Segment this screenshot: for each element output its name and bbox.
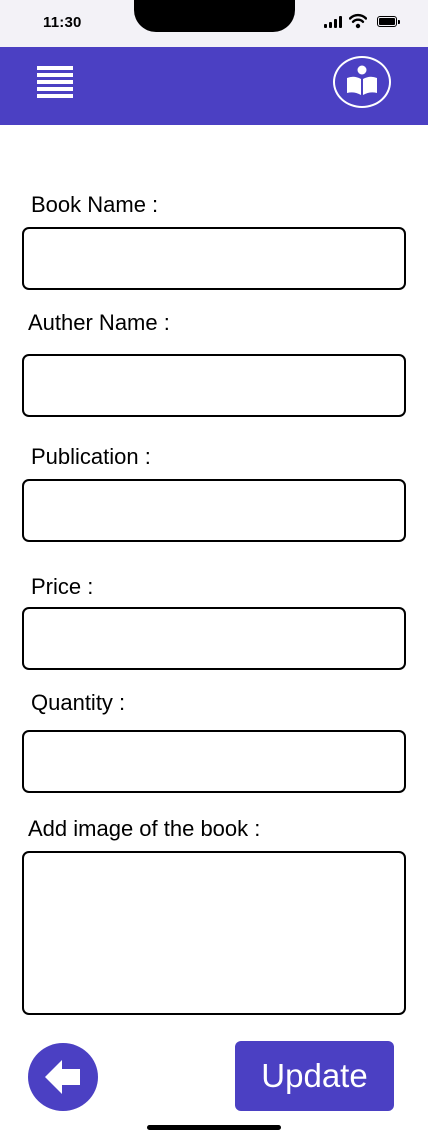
author-name-label: Auther Name : — [28, 310, 170, 335]
cellular-signal-icon — [324, 16, 342, 28]
image-upload-area[interactable] — [22, 851, 406, 1015]
update-button[interactable]: Update — [235, 1041, 394, 1111]
publication-input[interactable] — [22, 479, 406, 542]
add-image-label: Add image of the book : — [28, 816, 261, 841]
back-button[interactable] — [28, 1043, 98, 1111]
hamburger-menu-icon[interactable] — [37, 66, 73, 98]
quantity-label: Quantity : — [31, 690, 126, 715]
quantity-input[interactable] — [22, 730, 406, 793]
home-indicator — [147, 1125, 281, 1130]
device-notch — [134, 0, 295, 32]
book-name-input[interactable] — [22, 227, 406, 290]
status-bar: 11:30 — [0, 0, 428, 47]
arrow-left-icon — [45, 1060, 80, 1094]
wifi-icon — [349, 13, 367, 29]
battery-icon — [377, 16, 401, 28]
status-time: 11:30 — [43, 14, 82, 31]
book-reader-icon[interactable] — [333, 56, 391, 108]
app-header — [0, 47, 428, 125]
publication-label: Publication : — [31, 444, 151, 469]
price-input[interactable] — [22, 607, 406, 670]
price-label: Price : — [31, 574, 94, 599]
book-name-label: Book Name : — [31, 192, 159, 217]
author-name-input[interactable] — [22, 354, 406, 417]
